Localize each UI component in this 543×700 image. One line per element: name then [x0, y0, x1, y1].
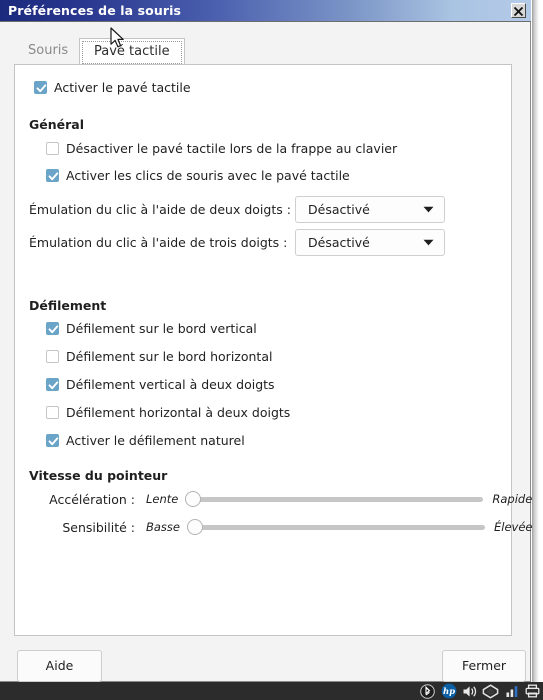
section-title-general: Général [29, 117, 84, 132]
svg-text:hp: hp [442, 687, 454, 697]
checkbox-box [46, 169, 59, 182]
dropdown-emulation-deux-doigts[interactable]: Désactivé [295, 196, 445, 223]
checkbox-activer-pave-tactile[interactable]: Activer le pavé tactile [34, 80, 191, 95]
slider-max-label: Rapide [492, 492, 533, 506]
tabstrip: Souris Pavé tactile [14, 38, 514, 65]
slider-handle[interactable] [185, 491, 202, 507]
chevron-down-icon [423, 239, 434, 246]
checkbox-label: Défilement sur le bord vertical [66, 321, 257, 336]
slider-track [187, 525, 485, 530]
window-edge-shadow [532, 0, 543, 682]
dropdown-emulation-trois-doigts[interactable]: Désactivé [295, 229, 445, 256]
checkmark-icon [48, 381, 59, 390]
hp-logo-icon[interactable]: hp [440, 683, 457, 700]
tab-pave-tactile-label: Pavé tactile [94, 44, 170, 59]
slider-track [185, 497, 484, 502]
checkbox-defilement-naturel[interactable]: Activer le défilement naturel [46, 433, 245, 448]
bluetooth-icon[interactable] [419, 683, 436, 700]
checkbox-box [46, 406, 59, 419]
checkmark-icon [36, 84, 47, 93]
slider-min-label: Lente [146, 492, 179, 506]
close-dialog-button[interactable]: Fermer [442, 650, 526, 682]
slider-sensibilite[interactable] [187, 519, 485, 535]
setting-acceleration: Accélération : Lente Rapide [35, 491, 532, 507]
setting-sensibilite: Sensibilité : Basse Élevée [35, 519, 533, 535]
checkmark-icon [48, 437, 59, 446]
shield-icon[interactable] [482, 683, 499, 700]
checkbox-label: Désactiver le pavé tactile lors de la fr… [66, 141, 398, 156]
section-title-defilement: Défilement [29, 298, 107, 313]
help-button[interactable]: Aide [17, 650, 102, 682]
dropdown-label: Émulation du clic à l'aide de trois doig… [29, 235, 288, 250]
checkbox-label: Défilement horizontal à deux doigts [66, 405, 291, 420]
taskbar: hp [0, 682, 543, 700]
section-title-vitesse-pointeur: Vitesse du pointeur [29, 468, 168, 483]
preferences-window: Préférences de la souris Souris Pavé tac… [0, 0, 533, 682]
dropdown-value: Désactivé [308, 202, 370, 217]
checkbox-box [34, 81, 47, 94]
checkbox-defilement-horizontal-deux-doigts[interactable]: Défilement horizontal à deux doigts [46, 405, 290, 420]
checkbox-defilement-vertical-deux-doigts[interactable]: Défilement vertical à deux doigts [46, 377, 275, 392]
checkbox-label: Défilement vertical à deux doigts [66, 377, 275, 392]
signal-bars-icon[interactable] [503, 683, 520, 700]
tab-souris-label: Souris [28, 43, 69, 58]
checkbox-label: Défilement sur le bord horizontal [66, 349, 273, 364]
checkbox-defilement-bord-vertical[interactable]: Défilement sur le bord vertical [46, 321, 257, 336]
checkmark-icon [48, 325, 59, 334]
slider-label: Sensibilité : [62, 519, 135, 535]
slider-min-label: Basse [146, 520, 180, 534]
system-tray: hp [419, 682, 541, 700]
checkbox-label: Activer le pavé tactile [54, 80, 191, 95]
window-titlebar[interactable]: Préférences de la souris [0, 0, 531, 22]
tab-pave-tactile[interactable]: Pavé tactile [79, 38, 185, 65]
checkbox-box [46, 350, 59, 363]
slider-max-label: Élevée [494, 520, 533, 534]
tab-souris[interactable]: Souris [14, 38, 82, 65]
dropdown-label: Émulation du clic à l'aide de deux doigt… [29, 202, 291, 217]
dropdown-value: Désactivé [308, 235, 370, 250]
setting-emulation-trois-doigts: Émulation du clic à l'aide de trois doig… [29, 229, 445, 256]
close-x-icon [513, 6, 524, 17]
window-close-button[interactable] [511, 3, 526, 18]
printer-icon[interactable] [524, 683, 541, 700]
slider-label: Accélération : [49, 491, 135, 507]
slider-acceleration[interactable] [185, 491, 484, 507]
setting-emulation-deux-doigts: Émulation du clic à l'aide de deux doigt… [29, 196, 445, 223]
checkbox-box [46, 378, 59, 391]
volume-icon[interactable] [461, 683, 478, 700]
checkmark-icon [48, 172, 59, 181]
checkbox-box [46, 434, 59, 447]
checkbox-box [46, 142, 59, 155]
chevron-down-icon [423, 206, 434, 213]
checkbox-box [46, 322, 59, 335]
slider-handle[interactable] [187, 519, 203, 535]
checkbox-desactiver-frappe-clavier[interactable]: Désactiver le pavé tactile lors de la fr… [46, 141, 397, 156]
checkbox-label: Activer les clics de souris avec le pavé… [66, 168, 350, 183]
window-title: Préférences de la souris [8, 3, 182, 18]
checkbox-activer-clics-souris[interactable]: Activer les clics de souris avec le pavé… [46, 168, 350, 183]
touchpad-settings-panel: Activer le pavé tactile Général Désactiv… [14, 64, 533, 636]
checkbox-defilement-bord-horizontal[interactable]: Défilement sur le bord horizontal [46, 349, 272, 364]
checkbox-label: Activer le défilement naturel [66, 433, 245, 448]
